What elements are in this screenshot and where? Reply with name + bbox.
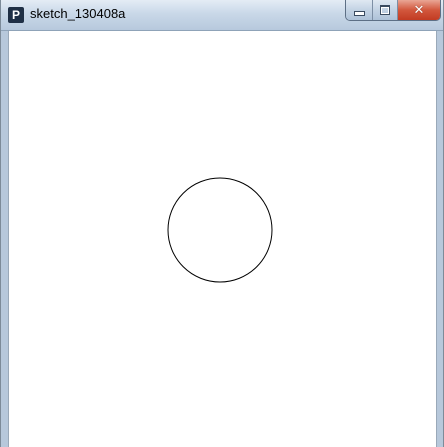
sketch-canvas[interactable] <box>8 31 437 447</box>
sketch-drawing <box>167 177 273 283</box>
window-title: sketch_130408a <box>30 6 126 21</box>
title-bar[interactable]: P sketch_130408a ✕ <box>1 0 443 31</box>
app-window: P sketch_130408a ✕ <box>0 0 444 447</box>
window-controls: ✕ <box>345 0 441 21</box>
maximize-icon <box>380 5 390 15</box>
processing-app-icon[interactable]: P <box>8 7 24 23</box>
sketch-circle <box>167 177 273 283</box>
maximize-button[interactable] <box>372 0 397 20</box>
minimize-icon <box>353 10 365 16</box>
close-button[interactable]: ✕ <box>397 0 440 20</box>
close-icon: ✕ <box>413 2 425 18</box>
minimize-button[interactable] <box>346 0 372 20</box>
